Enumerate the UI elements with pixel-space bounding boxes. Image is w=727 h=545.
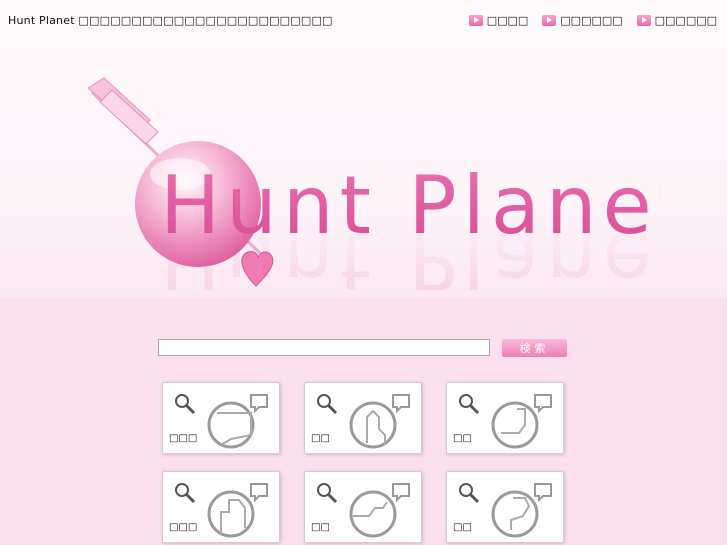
tile-label: □□ (311, 433, 330, 444)
magnifier-icon (175, 394, 196, 415)
site-title: Hunt Planet □□□□□□□□□□□□□□□□□□□□□□□□ (8, 14, 333, 27)
nav-item-label: □□□□□□ (560, 14, 623, 27)
nav-item-2[interactable]: □□□□□□ (542, 14, 623, 27)
area-tile-1[interactable]: □□□ (162, 382, 280, 454)
region-map-icon (491, 483, 552, 538)
tile-label: □□□ (169, 433, 198, 444)
nav-item-label: □□□□□□ (654, 14, 717, 27)
top-nav: □□□□ □□□□□□ □□□□□□ (468, 14, 717, 27)
tile-label: □□ (311, 522, 330, 533)
magnifier-icon (175, 483, 196, 504)
play-arrow-icon (542, 15, 557, 26)
hunt-planet-logo[interactable]: Hunt Planet Hunt Planet (80, 70, 660, 290)
search-button[interactable]: 検索 (502, 339, 567, 357)
area-tile-2[interactable]: □□ (304, 382, 422, 454)
region-map-icon (349, 394, 410, 449)
magnifier-icon (317, 394, 338, 415)
nav-item-3[interactable]: □□□□□□ (636, 14, 717, 27)
play-arrow-icon (636, 15, 651, 26)
area-tile-3[interactable]: □□ (446, 382, 564, 454)
area-tile-6[interactable]: □□ (446, 471, 564, 543)
region-map-icon (491, 394, 552, 449)
nav-item-1[interactable]: □□□□ (468, 14, 529, 27)
magnifier-icon (459, 394, 480, 415)
tile-label: □□□ (169, 522, 198, 533)
region-map-icon (349, 483, 410, 538)
magnifier-icon (459, 483, 480, 504)
area-tile-4[interactable]: □□□ (162, 471, 280, 543)
region-map-icon (207, 394, 268, 449)
magnifier-icon (317, 483, 338, 504)
region-map-icon (207, 483, 268, 538)
tile-label: □□ (453, 522, 472, 533)
tile-label: □□ (453, 433, 472, 444)
play-arrow-icon (468, 15, 483, 26)
search-input[interactable] (158, 339, 490, 356)
area-tile-5[interactable]: □□ (304, 471, 422, 543)
nav-item-label: □□□□ (486, 14, 529, 27)
logo-reflection: Hunt Planet (160, 214, 660, 290)
